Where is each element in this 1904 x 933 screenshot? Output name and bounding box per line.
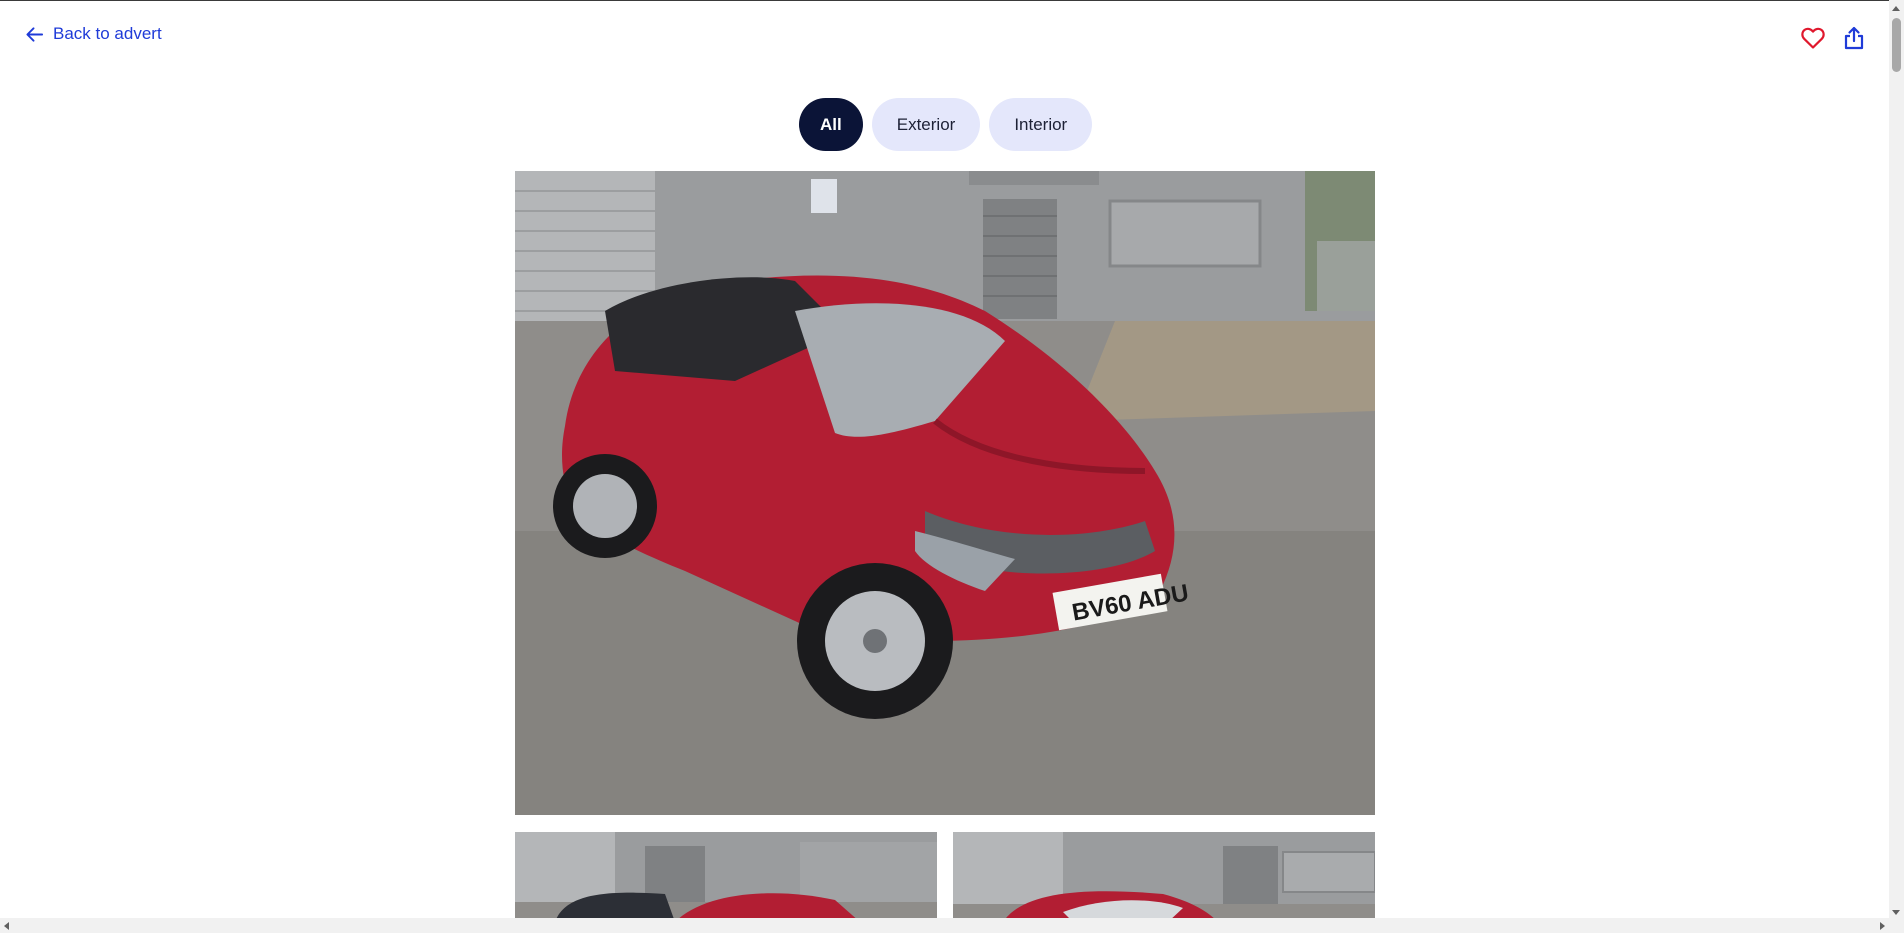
top-border: [0, 0, 1904, 1]
filter-all-tab[interactable]: All: [799, 98, 863, 151]
share-icon: [1844, 26, 1864, 50]
filter-interior-tab[interactable]: Interior: [989, 98, 1093, 151]
scroll-up-arrow-icon[interactable]: [1892, 6, 1900, 11]
scroll-left-arrow-icon[interactable]: [4, 922, 9, 930]
heart-icon: [1801, 27, 1825, 49]
horizontal-scrollbar[interactable]: [0, 918, 1889, 933]
photo-filter-tabs: All Exterior Interior: [799, 98, 1093, 151]
back-to-advert-link[interactable]: Back to advert: [25, 24, 162, 44]
vertical-scrollbar[interactable]: [1889, 0, 1904, 933]
scrollbar-thumb[interactable]: [1892, 18, 1901, 72]
arrow-left-icon: [26, 26, 44, 42]
scroll-right-arrow-icon[interactable]: [1880, 922, 1885, 930]
main-car-photo[interactable]: BV60 ADU: [515, 171, 1375, 815]
thumbnail-photo[interactable]: [515, 832, 937, 922]
back-to-advert-label: Back to advert: [53, 24, 162, 43]
filter-exterior-tab[interactable]: Exterior: [871, 98, 981, 151]
scroll-down-arrow-icon[interactable]: [1892, 910, 1900, 915]
share-button[interactable]: [1841, 25, 1867, 51]
favourite-button[interactable]: [1800, 25, 1826, 51]
thumbnail-photo[interactable]: [953, 832, 1375, 922]
